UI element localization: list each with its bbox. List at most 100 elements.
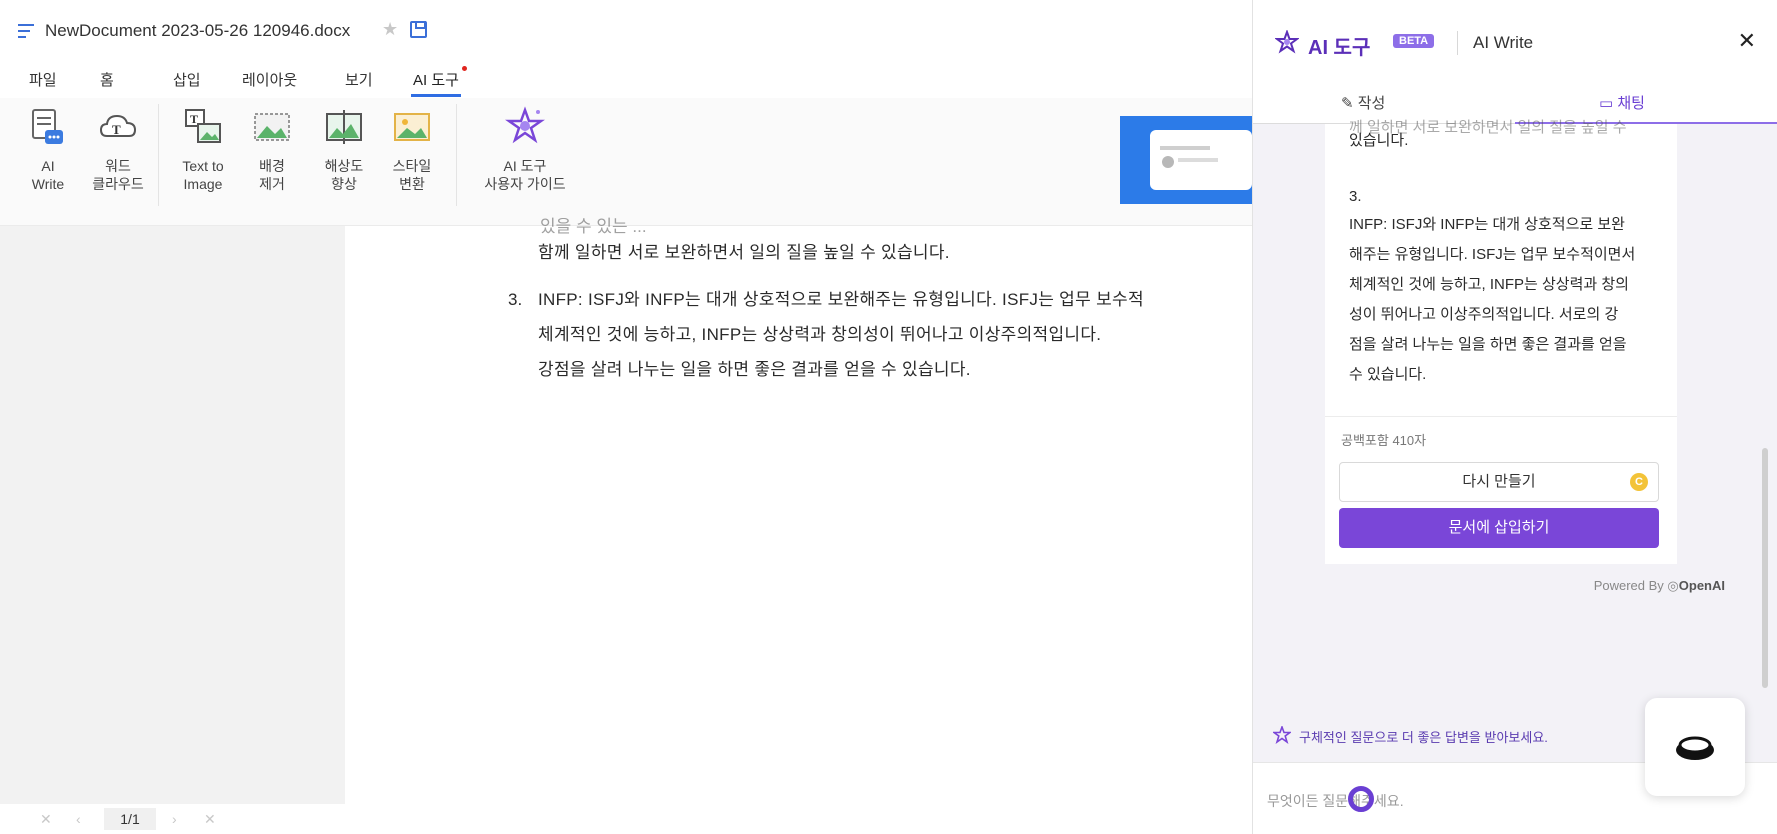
chat-line: 해주는 유형입니다. ISFJ는 업무 보수적이면서 bbox=[1349, 246, 1636, 263]
chat-line: 수 있습니다. bbox=[1349, 366, 1427, 383]
text-to-image-button[interactable]: T Text to Image bbox=[170, 106, 236, 193]
ai-panel: AI 도구 BETA AI Write ✕ ✎ 작성 ▭ 채팅 께 일하면 서로… bbox=[1252, 0, 1777, 834]
next-page-button[interactable]: › bbox=[172, 811, 177, 827]
chat-input[interactable] bbox=[1267, 793, 1587, 809]
avatar bbox=[1162, 156, 1174, 168]
background-remove-button[interactable]: 배경 제거 bbox=[250, 106, 294, 193]
ai-write-icon bbox=[32, 109, 63, 144]
powered-prefix: Powered By bbox=[1593, 578, 1664, 593]
background-remove-label: 배경 제거 bbox=[259, 158, 285, 192]
star-icon[interactable]: ★ bbox=[382, 19, 398, 40]
promo-card bbox=[1150, 130, 1252, 190]
tab-write[interactable]: ✎ 작성 bbox=[1341, 92, 1385, 113]
ai-sparkle-icon bbox=[1273, 726, 1291, 744]
document-page[interactable]: 있을 수 있는 ... 함께 일하면 서로 보완하면서 일의 질을 높일 수 있… bbox=[345, 217, 1252, 804]
svg-text:T: T bbox=[112, 122, 121, 137]
char-count: 공백포함 410자 bbox=[1341, 433, 1427, 448]
card-divider bbox=[1325, 416, 1677, 417]
paragraph-line: 체계적인 것에 능하고, INFP는 상상력과 창의성이 뛰어나고 이상주의적입… bbox=[538, 325, 1102, 344]
word-cloud-label: 워드 클라우드 bbox=[92, 158, 144, 192]
promo-line bbox=[1178, 158, 1218, 162]
ai-guide-label: AI 도구 사용자 가이드 bbox=[484, 158, 566, 192]
text-to-image-label: Text to Image bbox=[182, 158, 224, 192]
chat-line: 있습니다. bbox=[1349, 132, 1409, 149]
ribbon-separator bbox=[158, 104, 159, 206]
menu-file[interactable]: 파일 bbox=[29, 69, 57, 90]
panel-title: AI 도구 bbox=[1308, 37, 1371, 59]
beta-badge: BETA bbox=[1393, 34, 1435, 48]
menu-home[interactable]: 홈 bbox=[100, 69, 114, 90]
chat-line: 체계적인 것에 능하고, INFP는 상상력과 창의 bbox=[1349, 276, 1629, 293]
upscale-button[interactable]: 해상도 향상 bbox=[318, 106, 370, 193]
header-divider bbox=[1457, 31, 1458, 55]
regenerate-button[interactable]: 다시 만들기 C bbox=[1339, 462, 1659, 502]
ai-guide-icon bbox=[505, 106, 545, 144]
menu-layout[interactable]: 레이아웃 bbox=[242, 69, 297, 90]
svg-text:T: T bbox=[190, 112, 198, 126]
upscale-icon bbox=[326, 110, 362, 144]
hamburger-menu-icon[interactable] bbox=[18, 24, 34, 38]
paragraph-line: 강점을 살려 나누는 일을 하면 좋은 결과를 얻을 수 있습니다. bbox=[538, 360, 971, 379]
powered-by: Powered By ◎OpenAI bbox=[1594, 578, 1725, 594]
ribbon-toolbar: AI Write T 워드 클라우드 T Text to Image 배경 제거… bbox=[0, 98, 1252, 226]
pencil-icon: ✎ bbox=[1341, 95, 1358, 112]
text-to-image-icon: T bbox=[185, 109, 221, 143]
close-icon[interactable]: ✕ bbox=[1738, 28, 1756, 54]
list-number: 3. bbox=[508, 290, 523, 309]
chat-line: 성이 뛰어나고 이상주의적입니다. 서로의 강 bbox=[1349, 306, 1619, 323]
document-title: NewDocument 2023-05-26 120946.docx bbox=[45, 21, 351, 40]
tip-text: 구체적인 질문으로 더 좋은 답변을 받아보세요. bbox=[1299, 730, 1548, 745]
pointer-cursor-icon bbox=[1348, 786, 1374, 812]
word-cloud-button[interactable]: T 워드 클라우드 bbox=[86, 106, 150, 193]
menu-ai-tools-label: AI 도구 bbox=[413, 72, 459, 89]
cut-off-text: 있을 수 있는 ... bbox=[540, 217, 647, 236]
document-canvas: 있을 수 있는 ... 함께 일하면 서로 보완하면서 일의 질을 높일 수 있… bbox=[0, 217, 1252, 804]
openai-logo-icon: ◎ bbox=[1667, 578, 1679, 593]
last-page-button[interactable]: ✕ bbox=[204, 811, 216, 828]
save-icon[interactable] bbox=[410, 21, 427, 38]
promo-banner[interactable] bbox=[1120, 116, 1252, 204]
insert-to-document-button[interactable]: 문서에 삽입하기 bbox=[1339, 508, 1659, 548]
floating-action-button[interactable] bbox=[1645, 698, 1745, 796]
menu-bar: 파일 홈 삽입 레이아웃 보기 AI 도구 bbox=[0, 64, 1252, 97]
prev-page-button[interactable]: ‹ bbox=[76, 811, 81, 827]
app-window: NewDocument 2023-05-26 120946.docx ★ 파일 … bbox=[0, 0, 1777, 834]
disc-icon bbox=[1676, 736, 1714, 760]
style-transfer-label: 스타일 변환 bbox=[392, 158, 432, 192]
style-transfer-button[interactable]: 스타일 변환 bbox=[386, 106, 438, 193]
ai-logo-icon bbox=[1275, 30, 1299, 54]
ai-write-button[interactable]: AI Write bbox=[26, 106, 70, 193]
coin-icon: C bbox=[1630, 473, 1648, 491]
tab-chat[interactable]: ▭ 채팅 bbox=[1599, 92, 1645, 113]
menu-ai-tools[interactable]: AI 도구 bbox=[411, 66, 467, 97]
ai-guide-button[interactable]: AI 도구 사용자 가이드 bbox=[470, 106, 580, 193]
background-remove-icon bbox=[254, 113, 290, 141]
chat-line: 점을 살려 나누는 일을 하면 좋은 결과를 얻을 bbox=[1349, 336, 1627, 353]
panel-header: AI 도구 BETA AI Write ✕ bbox=[1253, 0, 1777, 88]
word-cloud-icon: T bbox=[99, 114, 137, 137]
upscale-label: 해상도 향상 bbox=[324, 158, 364, 192]
chat-bubble-icon: ▭ bbox=[1599, 95, 1618, 112]
title-bar: NewDocument 2023-05-26 120946.docx ★ bbox=[0, 0, 1252, 62]
chat-line: INFP: ISFJ와 INFP는 대개 상호적으로 보완 bbox=[1349, 216, 1625, 233]
tab-chat-label: 채팅 bbox=[1617, 95, 1645, 112]
paragraph-line: INFP: ISFJ와 INFP는 대개 상호적으로 보완해주는 유형입니다. … bbox=[538, 290, 1144, 309]
list-number: 3. bbox=[1349, 188, 1362, 205]
notification-dot bbox=[461, 66, 467, 71]
ai-write-label: AI Write bbox=[31, 158, 65, 192]
panel-subtitle: AI Write bbox=[1473, 33, 1534, 52]
regenerate-label: 다시 만들기 bbox=[1462, 473, 1536, 490]
panel-scrollbar[interactable] bbox=[1762, 448, 1768, 688]
ribbon-separator bbox=[456, 104, 457, 206]
menu-view[interactable]: 보기 bbox=[345, 69, 373, 90]
powered-brand: OpenAI bbox=[1678, 578, 1725, 593]
paragraph-line: 함께 일하면 서로 보완하면서 일의 질을 높일 수 있습니다. bbox=[538, 243, 950, 262]
menu-insert[interactable]: 삽입 bbox=[173, 69, 201, 90]
page-counter: 1/1 bbox=[104, 808, 156, 830]
status-bar: ✕ ‹ 1/1 › ✕ bbox=[0, 804, 1252, 834]
tab-write-label: 작성 bbox=[1357, 95, 1386, 112]
promo-line bbox=[1160, 146, 1210, 150]
style-transfer-icon bbox=[394, 113, 430, 141]
chat-response-card: 께 일하면 서로 보완하면서 일의 질을 높일 수 있습니다. 3. INFP:… bbox=[1325, 119, 1677, 564]
first-page-button[interactable]: ✕ bbox=[40, 811, 52, 828]
